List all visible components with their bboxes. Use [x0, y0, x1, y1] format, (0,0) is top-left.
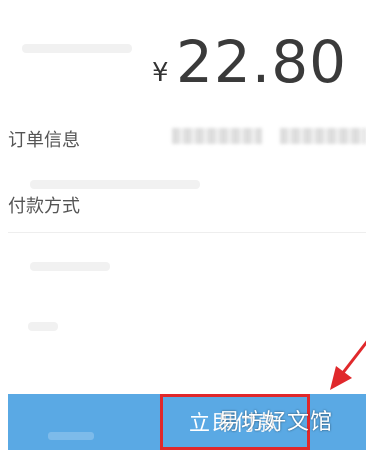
divider: [8, 232, 366, 233]
annotation-arrow-icon: [330, 340, 366, 390]
blurred-order-info: [172, 128, 262, 144]
ghost-line: [30, 180, 200, 189]
amount-display: ¥ 22.80: [0, 28, 366, 100]
currency-symbol: ¥: [152, 58, 169, 88]
order-info-label: 订单信息: [8, 130, 80, 151]
watermark: 易坊好文馆: [218, 410, 334, 435]
payment-method-label[interactable]: 付款方式: [8, 192, 80, 218]
faint-text: [48, 432, 94, 440]
ghost-line: [28, 322, 58, 331]
ghost-line: [30, 262, 110, 271]
blurred-order-info: [280, 128, 366, 144]
payment-amount: 22.80: [176, 28, 348, 96]
